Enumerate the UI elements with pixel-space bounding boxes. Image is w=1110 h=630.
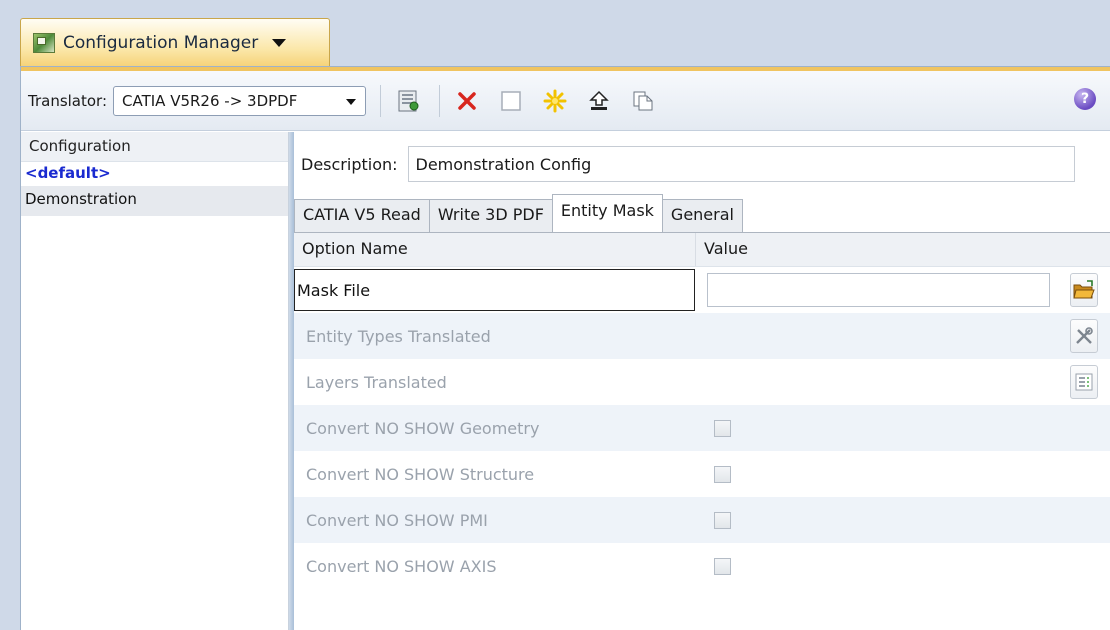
configuration-detail-panel: Description: Demonstration Config CATIA …	[294, 132, 1110, 630]
copy-button[interactable]	[630, 88, 656, 114]
description-input[interactable]: Demonstration Config	[407, 146, 1075, 182]
table-row: Convert NO SHOW Structure	[294, 451, 1110, 497]
configuration-list-panel: Configuration <default> Demonstration	[21, 132, 289, 630]
delete-button[interactable]	[454, 88, 480, 114]
export-icon	[589, 90, 609, 110]
entity-types-settings-button[interactable]	[1070, 319, 1098, 353]
grid-header: Option Name Value	[294, 233, 1110, 267]
option-name-header: Option Name	[294, 233, 696, 266]
configuration-item-demonstration[interactable]: Demonstration	[21, 186, 288, 216]
options-grid: Option Name Value Mask File Entity Types…	[294, 233, 1110, 589]
table-row: Entity Types Translated	[294, 313, 1110, 359]
layers-settings-button[interactable]	[1070, 365, 1098, 399]
description-row: Description: Demonstration Config	[294, 146, 1075, 182]
tools-icon	[1076, 327, 1093, 344]
blank-square-icon	[501, 90, 521, 111]
configuration-window: Translator: CATIA V5R26 -> 3DPDF ? Confi…	[20, 66, 1110, 630]
toolbar: Translator: CATIA V5R26 -> 3DPDF ?	[21, 71, 1110, 131]
toolbar-separator	[439, 84, 441, 117]
toolbar-separator	[380, 84, 382, 117]
configuration-manager-tab[interactable]: Configuration Manager	[20, 18, 330, 66]
folder-open-icon	[1073, 280, 1095, 299]
translator-select[interactable]: CATIA V5R26 -> 3DPDF	[113, 85, 367, 116]
no-show-structure-checkbox[interactable]	[714, 465, 731, 483]
no-show-pmi-checkbox[interactable]	[714, 511, 731, 529]
list-settings-icon	[1075, 373, 1093, 391]
no-show-axis-label: Convert NO SHOW AXIS	[306, 556, 497, 576]
mask-file-input[interactable]	[707, 273, 1050, 307]
translator-label: Translator:	[28, 91, 108, 110]
no-show-geometry-checkbox[interactable]	[714, 419, 731, 437]
copy-icon	[633, 91, 653, 110]
description-value: Demonstration Config	[415, 154, 592, 174]
option-tabs: CATIA V5 Read Write 3D PDF Entity Mask G…	[294, 192, 743, 232]
chevron-down-icon	[346, 98, 357, 105]
new-config-button[interactable]	[542, 88, 568, 114]
table-row: Convert NO SHOW Geometry	[294, 405, 1110, 451]
table-row: Layers Translated	[294, 359, 1110, 405]
table-row: Convert NO SHOW AXIS	[294, 543, 1110, 589]
new-blank-button[interactable]	[498, 88, 524, 114]
save-config-icon	[398, 90, 419, 111]
save-config-button[interactable]	[395, 88, 421, 114]
mask-file-label[interactable]: Mask File	[294, 269, 695, 311]
value-header: Value	[704, 239, 748, 258]
browse-folder-button[interactable]	[1070, 273, 1098, 307]
export-button[interactable]	[586, 88, 612, 114]
chevron-down-icon[interactable]	[272, 38, 287, 47]
table-row: Mask File	[294, 267, 1110, 313]
sparkle-icon	[543, 89, 567, 112]
table-row: Convert NO SHOW PMI	[294, 497, 1110, 543]
configuration-manager-icon	[33, 32, 55, 53]
entity-types-label: Entity Types Translated	[306, 326, 491, 346]
no-show-geometry-label: Convert NO SHOW Geometry	[306, 418, 540, 438]
configuration-item-default[interactable]: <default>	[21, 162, 288, 186]
tab-catia-v5-read[interactable]: CATIA V5 Read	[294, 199, 430, 232]
configuration-manager-title: Configuration Manager	[63, 32, 259, 53]
description-label: Description:	[301, 154, 398, 174]
no-show-pmi-label: Convert NO SHOW PMI	[306, 510, 488, 530]
tab-write-3d-pdf[interactable]: Write 3D PDF	[428, 199, 553, 232]
translator-value: CATIA V5R26 -> 3DPDF	[122, 91, 298, 110]
tab-general[interactable]: General	[661, 199, 743, 232]
no-show-axis-checkbox[interactable]	[714, 557, 731, 575]
no-show-structure-label: Convert NO SHOW Structure	[306, 464, 535, 484]
tab-entity-mask[interactable]: Entity Mask	[551, 194, 663, 232]
layers-translated-label: Layers Translated	[306, 372, 447, 392]
delete-icon	[458, 91, 476, 110]
configuration-header: Configuration	[21, 132, 288, 162]
help-icon[interactable]: ?	[1074, 88, 1096, 110]
